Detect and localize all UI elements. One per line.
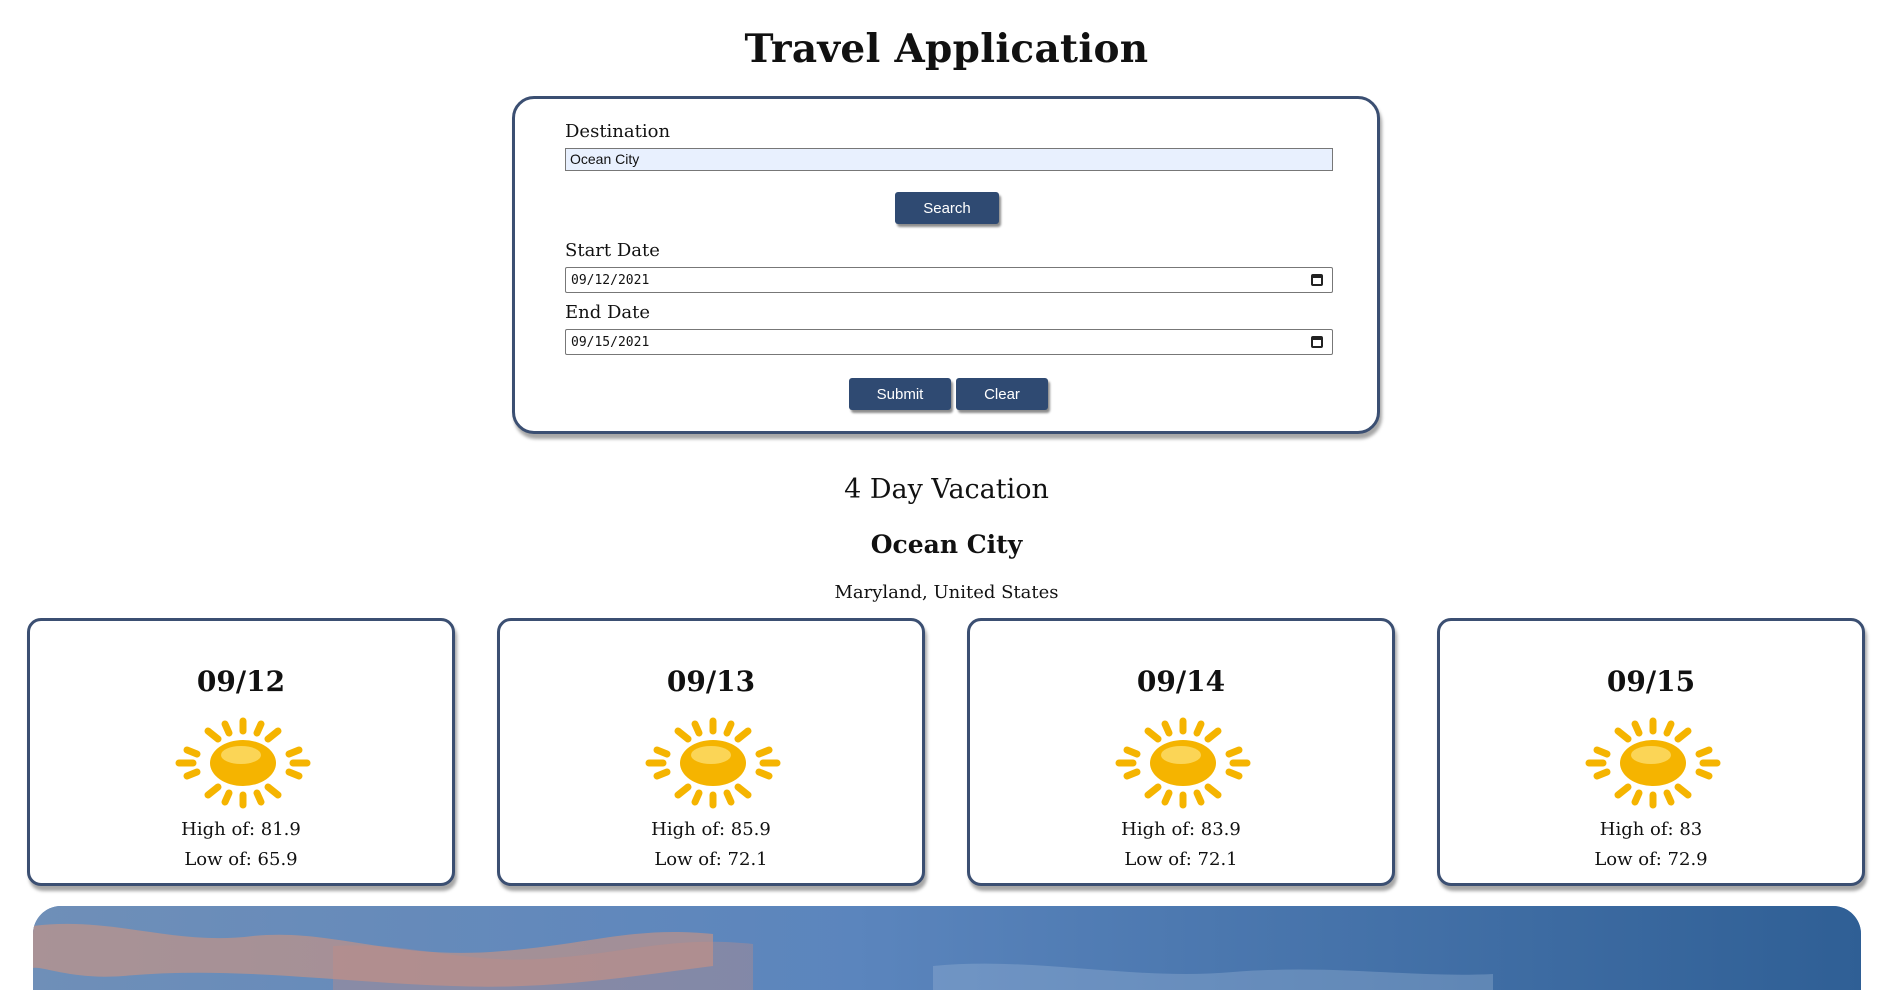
low-temp: Low of: 72.1 [654, 849, 768, 870]
forecast-card: 09/13 High of: 85.9 Low of: 72.1 [497, 618, 925, 886]
forecast-card: 09/15 High of: 83 Low of: 72.9 [1437, 618, 1865, 886]
sun-icon [645, 717, 781, 809]
forecast-date: 09/12 [196, 665, 286, 698]
search-form: Destination Ocean City Search Start Date… [512, 96, 1380, 434]
clear-button[interactable]: Clear [956, 378, 1048, 410]
calendar-icon[interactable] [1311, 336, 1323, 348]
end-date-label: End Date [565, 302, 651, 323]
high-temp: High of: 83 [1599, 819, 1703, 840]
end-date-value: 09/15/2021 [571, 334, 650, 350]
start-date-value: 09/12/2021 [571, 272, 650, 288]
sun-icon [1585, 717, 1721, 809]
low-temp: Low of: 65.9 [184, 849, 298, 870]
vacation-length: 4 Day Vacation [844, 474, 1049, 505]
sun-icon [175, 717, 311, 809]
page-title: Travel Application [744, 26, 1149, 72]
travel-app-page: Travel Application Destination Ocean Cit… [0, 0, 1893, 990]
search-button[interactable]: Search [895, 192, 999, 224]
calendar-icon[interactable] [1311, 274, 1323, 286]
low-temp: Low of: 72.9 [1594, 849, 1708, 870]
city-name: Ocean City [870, 530, 1023, 559]
destination-photo [33, 906, 1861, 990]
forecast-date: 09/15 [1606, 665, 1696, 698]
start-date-input[interactable]: 09/12/2021 [565, 267, 1333, 293]
forecast-card: 09/12 High of: 81.9 Low of: 65.9 [27, 618, 455, 886]
forecast-date: 09/13 [666, 665, 756, 698]
destination-label: Destination [565, 121, 671, 142]
submit-button[interactable]: Submit [849, 378, 951, 410]
high-temp: High of: 83.9 [1121, 819, 1241, 840]
high-temp: High of: 81.9 [181, 819, 301, 840]
region-name: Maryland, United States [834, 582, 1059, 603]
forecast-card: 09/14 High of: 83.9 Low of: 72.1 [967, 618, 1395, 886]
start-date-label: Start Date [565, 240, 660, 261]
high-temp: High of: 85.9 [651, 819, 771, 840]
destination-input-value: Ocean City [570, 151, 640, 167]
low-temp: Low of: 72.1 [1124, 849, 1238, 870]
end-date-input[interactable]: 09/15/2021 [565, 329, 1333, 355]
destination-input[interactable]: Ocean City [565, 148, 1333, 171]
forecast-date: 09/14 [1136, 665, 1226, 698]
sky-clouds-image [33, 906, 1861, 990]
sun-icon [1115, 717, 1251, 809]
